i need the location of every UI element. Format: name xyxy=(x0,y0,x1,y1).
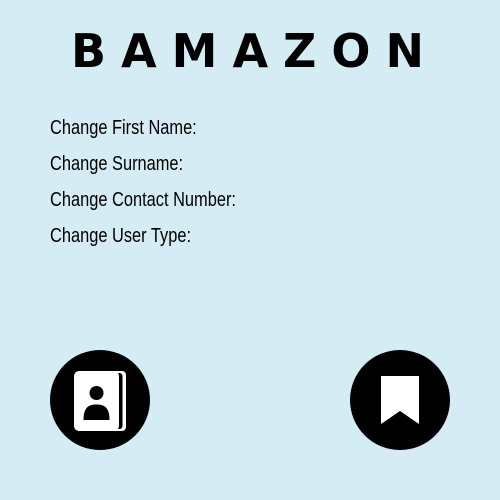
bookmark-button[interactable] xyxy=(350,350,450,450)
edit-user-form: Change First Name: Change Surname: Chang… xyxy=(50,110,450,254)
change-surname-label[interactable]: Change Surname: xyxy=(50,146,378,182)
bookmark-icon xyxy=(381,376,419,424)
change-first-name-label[interactable]: Change First Name: xyxy=(50,110,378,146)
change-contact-number-label[interactable]: Change Contact Number: xyxy=(50,182,378,218)
change-user-type-label[interactable]: Change User Type: xyxy=(50,218,378,254)
contact-book-icon xyxy=(74,371,126,431)
contacts-button[interactable] xyxy=(50,350,150,450)
brand-logo: BAMAZON xyxy=(71,24,439,78)
